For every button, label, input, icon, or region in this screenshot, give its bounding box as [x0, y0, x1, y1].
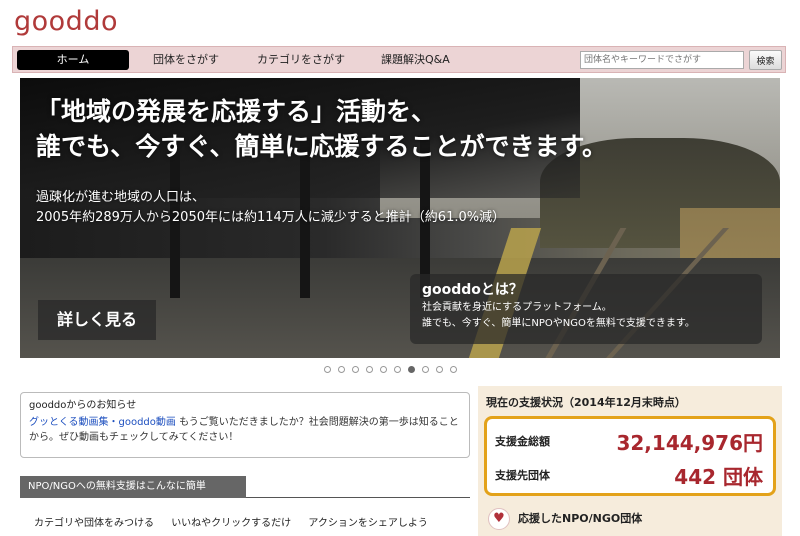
carousel-dot[interactable]: [422, 366, 429, 373]
amount-value: 32,144,976円: [616, 431, 763, 455]
carousel-dot[interactable]: [408, 366, 415, 373]
news-title: gooddoからのお知らせ: [29, 400, 137, 411]
section-title: NPO/NGOへの無料支援はこんなに簡単: [20, 476, 246, 498]
gooddo-logo[interactable]: gooddo: [14, 6, 118, 37]
nav-home[interactable]: ホーム: [17, 50, 129, 70]
carousel-dot[interactable]: [436, 366, 443, 373]
about-line: 社会貢献を身近にするプラットフォーム。: [422, 302, 612, 313]
heart-icon: ♥: [488, 508, 510, 530]
carousel-dot[interactable]: [380, 366, 387, 373]
hero-subtitle-line: 2005年約289万人から2050年には約114万人に減少すると推計（約61.0…: [36, 210, 506, 225]
search-button[interactable]: 検索: [749, 50, 782, 70]
hero-title-line: 誰でも、今すぐ、簡単に応援することができます。: [36, 132, 608, 161]
about-title: gooddoとは？: [422, 282, 523, 298]
orgs-value: 442 団体: [674, 465, 763, 489]
orgs-label: 支援先団体: [495, 469, 550, 482]
carousel-dot[interactable]: [394, 366, 401, 373]
support-status-panel: 現在の支援状況（2014年12月末時点） 支援金総額 32,144,976円 支…: [478, 386, 782, 536]
carousel-dot[interactable]: [352, 366, 359, 373]
news-video-link[interactable]: グッとくる動画集・gooddo動画: [29, 417, 176, 428]
nav-search-categories[interactable]: カテゴリをさがす: [257, 50, 345, 70]
news-body: グッとくる動画集・gooddo動画 もうご覧いただきましたか？社会問題解決の第一…: [29, 415, 461, 445]
main-nav: ホーム 団体をさがす カテゴリをさがす 課題解決Q&A 検索: [12, 46, 786, 73]
step-item: カテゴリや団体をみつける: [34, 518, 154, 529]
search-input[interactable]: [580, 51, 744, 69]
hero-title: 「地域の発展を応援する」活動を、 誰でも、今すぐ、簡単に応援することができます。: [36, 94, 607, 164]
steps-row: カテゴリや団体をみつける いいねやクリックするだけ アクションをシェアしよう: [34, 514, 442, 529]
step-item: いいねやクリックするだけ: [171, 518, 292, 529]
carousel-dot[interactable]: [366, 366, 373, 373]
news-box: gooddoからのお知らせ グッとくる動画集・gooddo動画 もうご覧いただき…: [20, 392, 470, 458]
carousel-dot[interactable]: [324, 366, 331, 373]
amount-label: 支援金総額: [495, 435, 550, 448]
hero-subtitle-line: 過疎化が進む地域の人口は、: [36, 190, 206, 205]
about-line: 誰でも、今すぐ、簡単にNPOやNGOを無料で支援できます。: [422, 318, 695, 329]
nav-qa[interactable]: 課題解決Q&A: [381, 50, 450, 70]
section-header: NPO/NGOへの無料支援はこんなに簡単: [20, 476, 470, 498]
hero-title-line: 「地域の発展を応援する」活動を、: [36, 97, 437, 126]
carousel-dot[interactable]: [338, 366, 345, 373]
details-button[interactable]: 詳しく見る: [38, 300, 156, 340]
nav-search-orgs[interactable]: 団体をさがす: [153, 50, 219, 70]
hero-subtitle: 過疎化が進む地域の人口は、 2005年約289万人から2050年には約114万人…: [36, 188, 505, 228]
status-box: 支援金総額 32,144,976円 支援先団体 442 団体: [484, 416, 776, 496]
about-gooddo-box[interactable]: gooddoとは？ 社会貢献を身近にするプラットフォーム。 誰でも、今すぐ、簡単…: [410, 274, 762, 344]
step-item: アクションをシェアしよう: [308, 518, 428, 529]
hero-banner[interactable]: 「地域の発展を応援する」活動を、 誰でも、今すぐ、簡単に応援することができます。…: [20, 78, 780, 358]
status-title: 現在の支援状況（2014年12月末時点）: [486, 396, 686, 409]
carousel-dot[interactable]: [450, 366, 457, 373]
carousel-dots: [324, 366, 457, 374]
supported-orgs-label: 応援したNPO/NGO団体: [518, 512, 643, 525]
